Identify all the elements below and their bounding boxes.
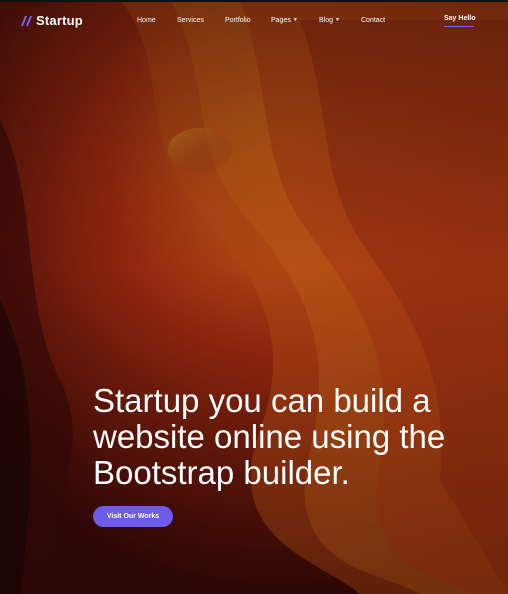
nav-services[interactable]: Services [177,17,204,24]
nav-label: Contact [361,17,386,24]
navbar: Startup Home Services Portfolio Pages ▾ B… [0,0,508,44]
say-hello-underline [444,26,474,27]
main-menu: Home Services Portfolio Pages ▾ Blog ▾ Con… [0,17,508,29]
nav-label: Services [177,17,204,24]
say-hello-link[interactable]: Say Hello [444,15,476,27]
caret-down-icon: ▾ [336,17,340,23]
nav-contact[interactable]: Contact [361,17,385,24]
nav-label: Pages [271,17,291,24]
nav-pages[interactable]: Pages ▾ [271,17,297,24]
hero-overlay [0,0,508,594]
nav-label: Blog [319,17,334,24]
nav-label: Portfolio [225,17,251,24]
visit-our-works-button[interactable]: Visit Our Works [93,506,173,527]
caret-down-icon: ▾ [293,17,297,23]
nav-portfolio[interactable]: Portfolio [225,17,251,24]
nav-home[interactable]: Home [137,17,156,24]
nav-blog[interactable]: Blog ▾ [319,17,339,24]
say-hello-label: Say Hello [444,15,476,22]
hero-section [0,0,508,594]
hero-headline: Startup you can build a website online u… [93,382,446,491]
nav-label: Home [137,17,156,24]
